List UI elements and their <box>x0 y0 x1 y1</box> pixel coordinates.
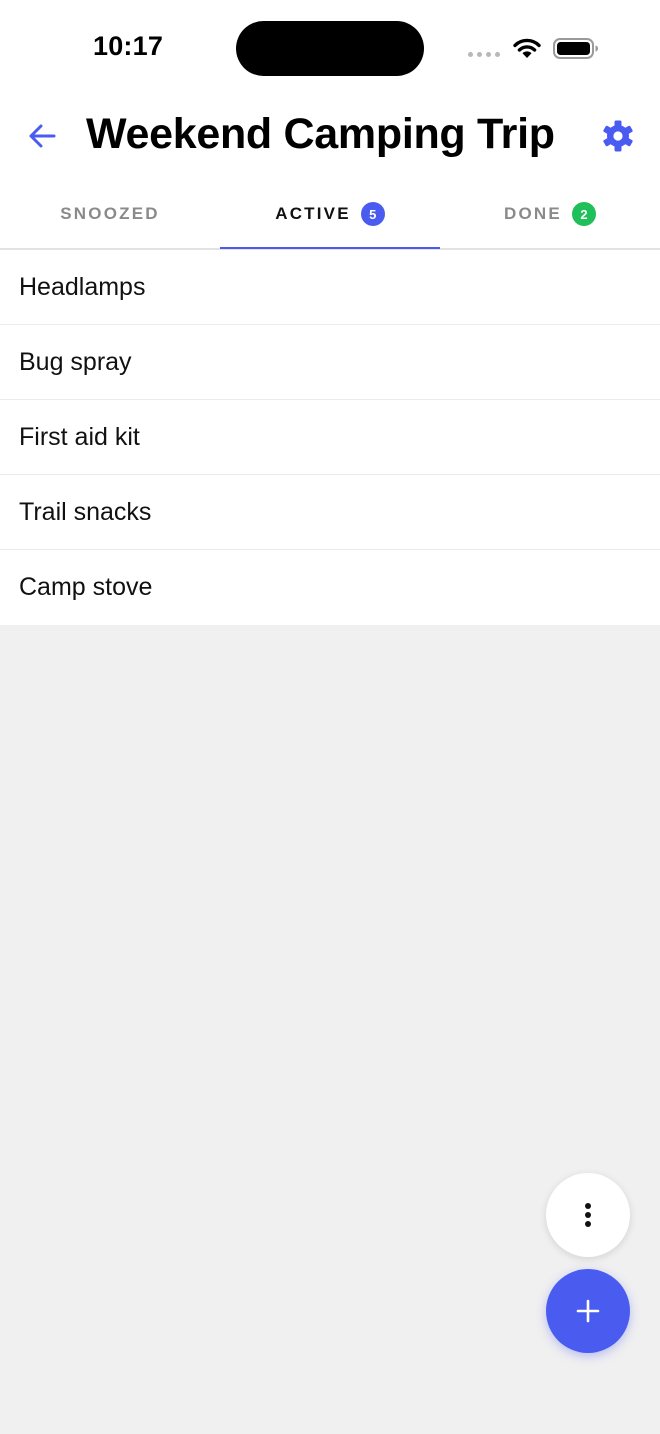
gear-icon <box>603 120 633 152</box>
count-badge: 5 <box>360 202 385 226</box>
more-vertical-icon <box>585 1203 591 1227</box>
list-item[interactable]: Bug spray <box>0 325 660 400</box>
plus-icon <box>576 1299 600 1323</box>
cellular-signal-icon <box>468 50 502 58</box>
wifi-icon <box>513 38 541 58</box>
dynamic-island <box>236 21 424 76</box>
status-time: 10:17 <box>93 31 164 61</box>
settings-button[interactable] <box>598 116 638 156</box>
list-item-label: First aid kit <box>19 422 140 451</box>
active-tab-indicator <box>220 247 440 249</box>
list-item-label: Camp stove <box>19 573 153 601</box>
tab-label: DONE <box>504 204 562 223</box>
screen: 10:17 Weekend Camping Trip SNOOZED ACTIV… <box>0 0 660 1434</box>
list-item[interactable]: Headlamps <box>0 250 660 325</box>
list-item-label: Bug spray <box>19 347 132 376</box>
list-item-label: Headlamps <box>19 272 146 301</box>
count-badge: 2 <box>571 202 596 226</box>
battery-icon <box>553 38 598 59</box>
back-button[interactable] <box>22 116 62 156</box>
list-item-label: Trail snacks <box>19 497 152 526</box>
item-list: Headlamps Bug spray First aid kit Trail … <box>0 250 660 625</box>
tab-bar: SNOOZED ACTIVE 5 DONE 2 <box>0 180 660 250</box>
status-bar: 10:17 <box>0 0 660 96</box>
list-item[interactable]: Trail snacks <box>0 475 660 550</box>
list-item[interactable]: First aid kit <box>0 400 660 475</box>
more-options-button[interactable] <box>546 1173 630 1257</box>
tab-done[interactable]: DONE 2 <box>440 180 660 248</box>
arrow-left-icon <box>29 124 56 148</box>
page-title: Weekend Camping Trip <box>86 110 555 158</box>
tab-active[interactable]: ACTIVE 5 <box>220 180 440 248</box>
header: Weekend Camping Trip <box>0 96 660 180</box>
tab-snoozed[interactable]: SNOOZED <box>0 180 220 248</box>
list-item[interactable]: Camp stove <box>0 550 660 625</box>
add-item-button[interactable] <box>546 1269 630 1353</box>
tab-label: ACTIVE <box>275 204 351 223</box>
tab-label: SNOOZED <box>60 204 160 223</box>
